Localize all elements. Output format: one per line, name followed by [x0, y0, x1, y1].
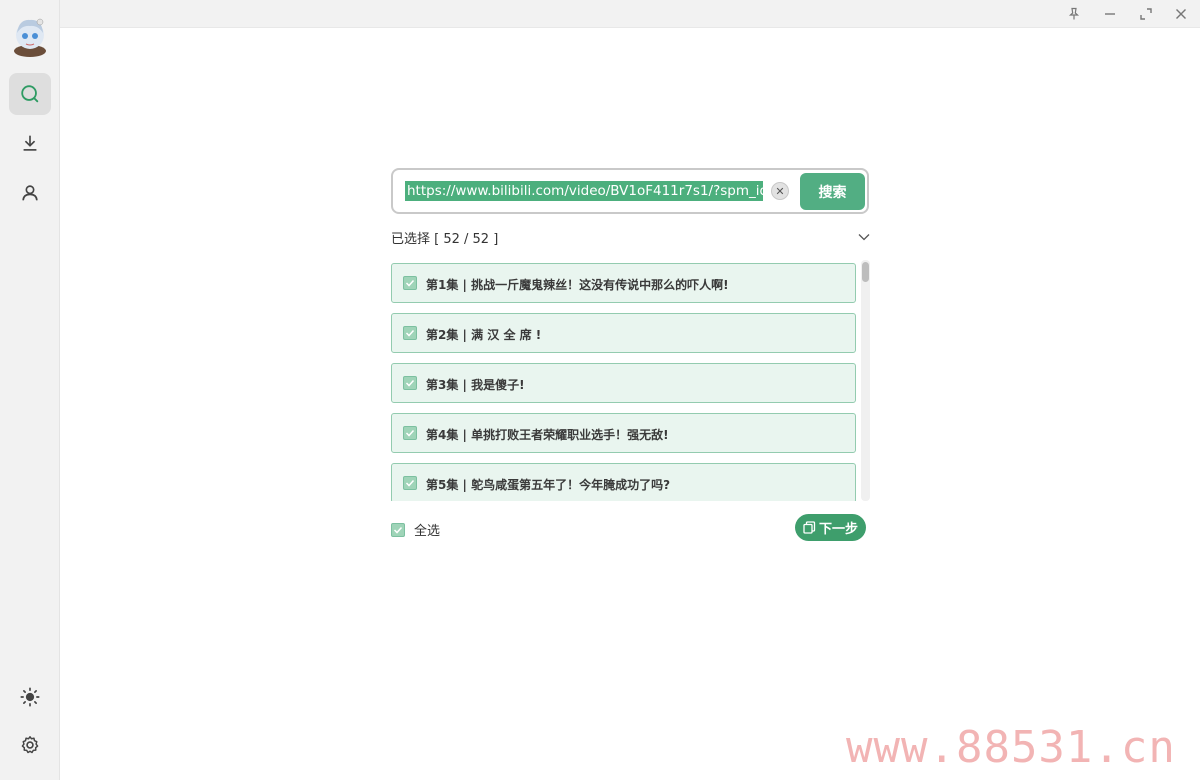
clear-input-button[interactable]: ✕	[771, 182, 789, 200]
checkbox[interactable]	[403, 476, 417, 490]
maximize-button[interactable]	[1135, 3, 1157, 25]
search-button[interactable]: 搜索	[800, 173, 865, 210]
copy-icon	[803, 521, 816, 534]
list-item[interactable]: 第1集 | 挑战一斤魔鬼辣丝！这没有传说中那么的吓人啊!	[391, 263, 856, 303]
checkbox[interactable]	[403, 326, 417, 340]
checkbox[interactable]	[403, 426, 417, 440]
search-bar: https://www.bilibili.com/video/BV1oF411r…	[391, 168, 869, 214]
avatar[interactable]	[11, 15, 49, 57]
maximize-icon	[1140, 8, 1152, 20]
check-icon	[405, 329, 415, 337]
close-icon	[1176, 9, 1186, 19]
sidebar-item-search[interactable]	[9, 73, 51, 115]
title-bar	[60, 0, 1200, 28]
sidebar-item-download[interactable]	[9, 122, 51, 164]
pin-button[interactable]	[1063, 3, 1085, 25]
check-icon	[405, 479, 415, 487]
list-item-label: 第3集 | 我是傻子!	[426, 378, 525, 392]
list-item-label: 第2集 | 满 汉 全 席 !	[426, 328, 542, 342]
checkbox[interactable]	[403, 276, 417, 290]
next-step-label: 下一步	[818, 522, 858, 537]
close-icon: ✕	[775, 184, 785, 198]
search-input[interactable]: https://www.bilibili.com/video/BV1oF411r…	[405, 181, 763, 201]
list-item[interactable]: 第5集 | 鸵鸟咸蛋第五年了！今年腌成功了吗?	[391, 463, 856, 501]
list-item[interactable]: 第3集 | 我是傻子!	[391, 363, 856, 403]
user-icon	[22, 185, 38, 201]
theme-toggle-button[interactable]	[9, 676, 51, 718]
sun-icon	[20, 687, 40, 707]
settings-button[interactable]	[9, 724, 51, 766]
minimize-icon	[1105, 13, 1115, 15]
scrollbar[interactable]	[861, 260, 870, 501]
check-icon	[405, 279, 415, 287]
download-icon	[23, 135, 37, 151]
selected-count: 已选择 [ 52 / 52 ]	[391, 232, 499, 247]
list-item-label: 第1集 | 挑战一斤魔鬼辣丝！这没有传说中那么的吓人啊!	[426, 278, 729, 292]
sidebar	[0, 0, 60, 780]
sidebar-item-user[interactable]	[9, 172, 51, 214]
search-icon	[21, 85, 39, 103]
list-item[interactable]: 第4集 | 单挑打败王者荣耀职业选手！强无敌!	[391, 413, 856, 453]
check-icon	[405, 429, 415, 437]
select-all[interactable]: 全选	[391, 520, 440, 539]
watermark: www.88531.cn	[846, 722, 1176, 773]
checkbox[interactable]	[403, 376, 417, 390]
select-all-label: 全选	[414, 524, 441, 539]
scrollbar-thumb[interactable]	[862, 262, 869, 282]
gear-icon	[21, 736, 39, 754]
check-icon	[393, 526, 403, 534]
list-item-label: 第5集 | 鸵鸟咸蛋第五年了！今年腌成功了吗?	[426, 478, 671, 492]
list-item[interactable]: 第2集 | 满 汉 全 席 !	[391, 313, 856, 353]
next-step-button[interactable]: 下一步	[795, 514, 866, 541]
episode-list: 第1集 | 挑战一斤魔鬼辣丝！这没有传说中那么的吓人啊! 第2集 | 满 汉 全…	[391, 260, 870, 501]
minimize-button[interactable]	[1099, 3, 1121, 25]
pin-icon	[1068, 7, 1080, 20]
close-button[interactable]	[1170, 3, 1192, 25]
list-item-label: 第4集 | 单挑打败王者荣耀职业选手！强无敌!	[426, 428, 669, 442]
select-all-checkbox[interactable]	[391, 522, 405, 537]
chevron-down-icon[interactable]	[857, 230, 871, 244]
check-icon	[405, 379, 415, 387]
